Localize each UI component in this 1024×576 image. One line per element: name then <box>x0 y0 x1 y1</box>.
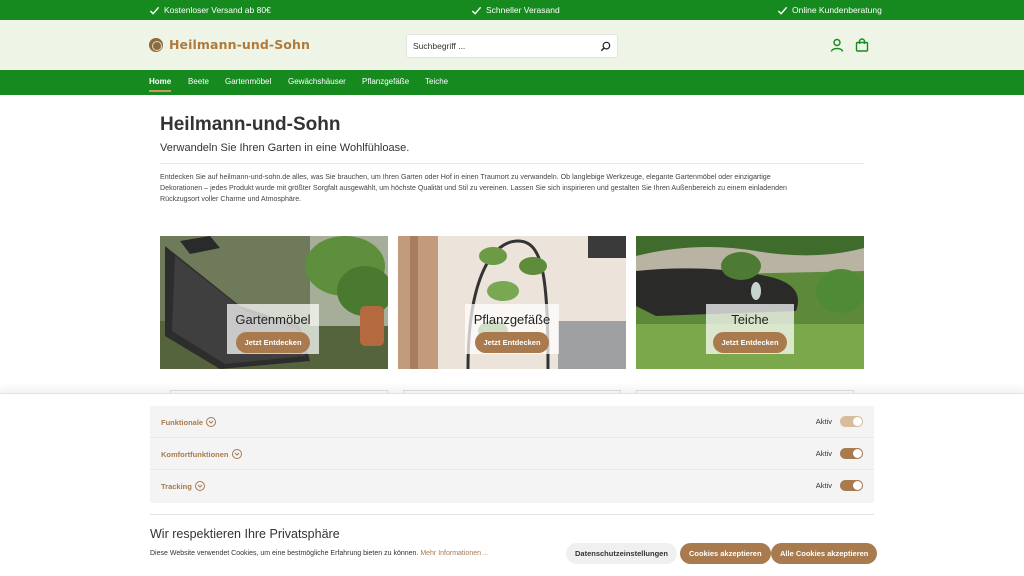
privacy-title: Wir respektieren Ihre Privatsphäre <box>150 527 340 541</box>
intro-line: Rückzugsort voller Charme und Atmosphäre… <box>160 195 302 203</box>
search-button[interactable] <box>597 38 613 54</box>
cart-button[interactable] <box>854 37 870 53</box>
cookie-category-row: Tracking Aktiv <box>150 470 874 502</box>
card-label: Gartenmöbel Jetzt Entdecken <box>227 304 319 354</box>
category-card-pflanzgefaesse[interactable]: Pflanzgefäße Jetzt Entdecken <box>398 236 626 369</box>
cookie-category-row: Funktionale Aktiv <box>150 406 874 438</box>
cookie-status: Aktiv <box>815 449 832 458</box>
cookie-category-label: Funktionale <box>161 417 204 427</box>
discover-button[interactable]: Jetzt Entdecken <box>236 332 310 353</box>
card-title: Teiche <box>731 312 769 327</box>
nav-item-gewaechshaeuser[interactable]: Gewächshäuser <box>288 70 346 95</box>
logo-text: Heilmann-und-Sohn <box>169 37 310 52</box>
intro-text: Entdecken Sie auf heilmann-und-sohn.de a… <box>160 172 864 205</box>
category-card-gartenmoebel[interactable]: Gartenmöbel Jetzt Entdecken <box>160 236 388 369</box>
cookie-category-tracking[interactable]: Tracking <box>161 481 205 491</box>
usp-bar: Kostenloser Versand ab 80€ Schneller Ver… <box>0 0 1024 20</box>
checkmark-icon <box>149 6 160 15</box>
page-subtitle: Verwandeln Sie Ihren Garten in eine Wohl… <box>160 142 410 154</box>
cookie-category-row: Komfortfunktionen Aktiv <box>150 438 874 470</box>
site-logo[interactable]: Heilmann-und-Sohn <box>149 37 310 52</box>
nav-item-gartenmoebel[interactable]: Gartenmöbel <box>225 70 271 95</box>
cookie-status: Aktiv <box>815 417 832 426</box>
checkmark-icon <box>471 6 482 15</box>
usp-item: Online Kundenberatung <box>777 0 882 20</box>
card-title: Gartenmöbel <box>235 312 311 327</box>
nav-item-home[interactable]: Home <box>149 70 172 95</box>
chevron-down-icon[interactable] <box>206 417 217 427</box>
accept-cookies-button[interactable]: Cookies akzeptieren <box>680 543 771 564</box>
cookie-consent-panel: Funktionale Aktiv Komfortfunktionen Akti… <box>0 393 1024 576</box>
card-title: Pflanzgefäße <box>473 312 551 327</box>
cookie-category-functional[interactable]: Funktionale <box>161 417 217 427</box>
toggle-tracking[interactable] <box>840 480 863 491</box>
cookie-category-list: Funktionale Aktiv Komfortfunktionen Akti… <box>150 406 874 503</box>
usp-item: Schneller Verasand <box>471 0 560 20</box>
usp-text: Kostenloser Versand ab 80€ <box>164 5 271 15</box>
privacy-text: Diese Website verwendet Cookies, um eine… <box>150 550 489 557</box>
privacy-settings-button[interactable]: Datenschutzeinstellungen <box>566 543 677 564</box>
search-input[interactable] <box>407 35 592 57</box>
intro-line: Entdecken Sie auf heilmann-und-sohn.de a… <box>160 173 771 181</box>
divider <box>160 163 864 164</box>
cookie-category-comfort[interactable]: Komfortfunktionen <box>161 449 242 459</box>
privacy-description: Diese Website verwendet Cookies, um eine… <box>150 550 419 557</box>
search-box <box>406 34 618 58</box>
account-button[interactable] <box>829 37 845 53</box>
chevron-down-icon[interactable] <box>231 449 242 459</box>
cookie-category-label: Tracking <box>161 481 192 491</box>
usp-text: Online Kundenberatung <box>792 5 882 15</box>
card-label: Teiche Jetzt Entdecken <box>706 304 794 354</box>
discover-button[interactable]: Jetzt Entdecken <box>475 332 549 353</box>
toggle-comfort[interactable] <box>840 448 863 459</box>
category-card-teiche[interactable]: Teiche Jetzt Entdecken <box>636 236 864 369</box>
site-header: Heilmann-und-Sohn <box>0 20 1024 70</box>
nav-item-pflanzgefaesse[interactable]: Pflanzgefäße <box>362 70 409 95</box>
more-info-link[interactable]: Mehr Informationen ... <box>420 550 488 557</box>
nav-item-teiche[interactable]: Teiche <box>425 70 448 95</box>
intro-line: Dekorationen – jedes Produkt wurde mit g… <box>160 184 787 192</box>
main-nav: Home Beete Gartenmöbel Gewächshäuser Pfl… <box>0 70 1024 95</box>
divider <box>150 514 874 515</box>
cookie-category-label: Komfortfunktionen <box>161 449 229 459</box>
logo-mark-icon <box>149 37 163 52</box>
accept-all-cookies-button[interactable]: Alle Cookies akzeptieren <box>771 543 878 564</box>
page-title: Heilmann-und-Sohn <box>160 114 341 135</box>
checkmark-icon <box>777 6 788 15</box>
usp-text: Schneller Verasand <box>486 5 560 15</box>
search-icon <box>600 41 610 51</box>
card-label: Pflanzgefäße Jetzt Entdecken <box>465 304 559 354</box>
toggle-functional <box>840 416 863 427</box>
account-icon <box>830 38 844 52</box>
cart-icon <box>855 38 869 52</box>
usp-item: Kostenloser Versand ab 80€ <box>149 0 271 20</box>
nav-item-beete[interactable]: Beete <box>188 70 209 95</box>
discover-button[interactable]: Jetzt Entdecken <box>713 332 787 353</box>
chevron-down-icon[interactable] <box>194 481 205 491</box>
cookie-status: Aktiv <box>815 481 832 490</box>
